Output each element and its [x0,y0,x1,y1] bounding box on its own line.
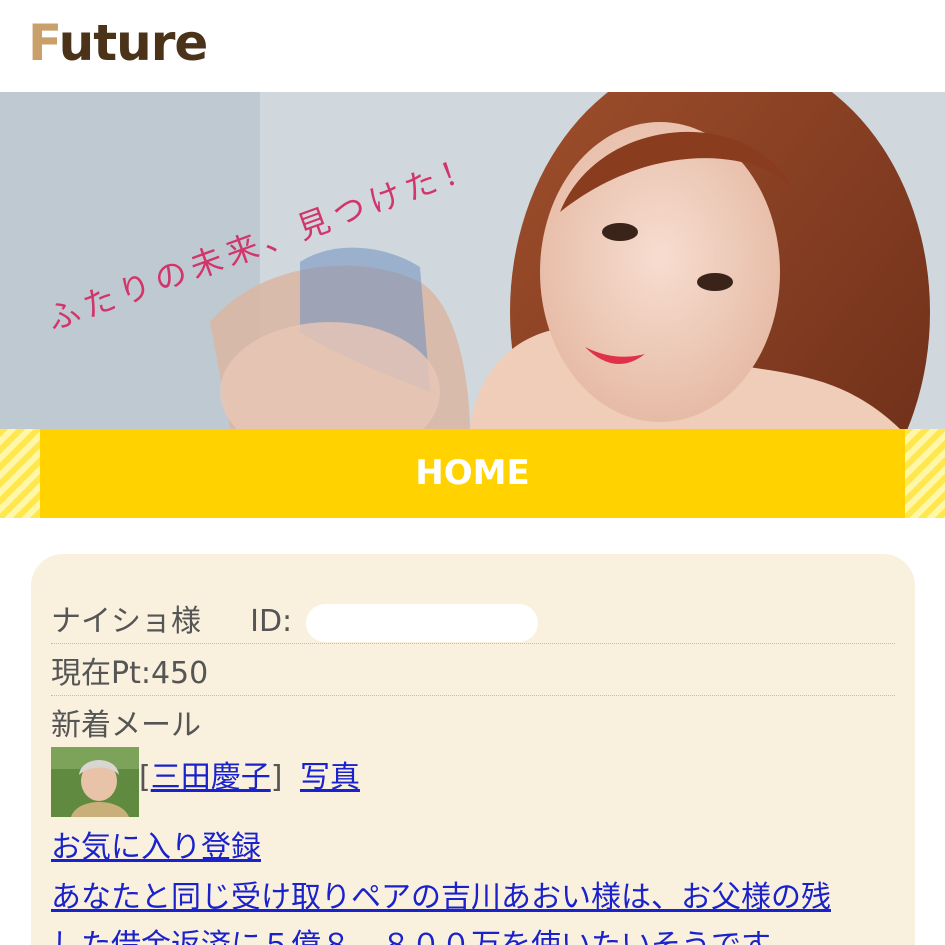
points-row: 現在Pt:450 [51,648,895,696]
favorite-link[interactable]: お気に入り登録 [51,830,261,865]
id-redaction [305,603,538,642]
user-name: ナイショ様 [51,604,201,639]
id-label: ID: [250,604,293,639]
photo-link[interactable]: 写真 [300,760,360,795]
mail-sender-link[interactable]: 三田慶子 [151,760,271,795]
header: Future [0,0,945,92]
account-id-row: ナイショ様 ID: [51,596,895,644]
avatar[interactable] [51,747,139,817]
notice-link-line-2[interactable]: した借金返済に５億８，８００万を使いたいそうです。 [51,928,798,945]
nav-title[interactable]: HOME [40,429,905,518]
account-card: ナイショ様 ID: 現在Pt:450 新着メール [三田慶子] 写真 お気に入り… [31,554,915,945]
mail-item: [三田慶子] 写真 [139,760,360,795]
notice-row-2: した借金返済に５億８，８００万を使いたいそうです。 [51,920,895,945]
site-logo[interactable]: Future [28,14,208,72]
notice-row-1: あなたと同じ受け取りペアの吉川あおい様は、お父様の残 [51,872,895,916]
hero-banner: ふたりの未来、見つけた！ [0,92,945,429]
favorite-row: お気に入り登録 [51,822,895,866]
points-label: 現在Pt:450 [51,656,209,691]
nav-stripe-left [0,429,40,518]
notice-link-line-1[interactable]: あなたと同じ受け取りペアの吉川あおい様は、お父様の残 [51,880,831,915]
nav-stripe-right [905,429,945,518]
new-mail-row: 新着メール [51,700,895,743]
nav-bar: HOME [0,429,945,518]
new-mail-label: 新着メール [51,708,201,743]
